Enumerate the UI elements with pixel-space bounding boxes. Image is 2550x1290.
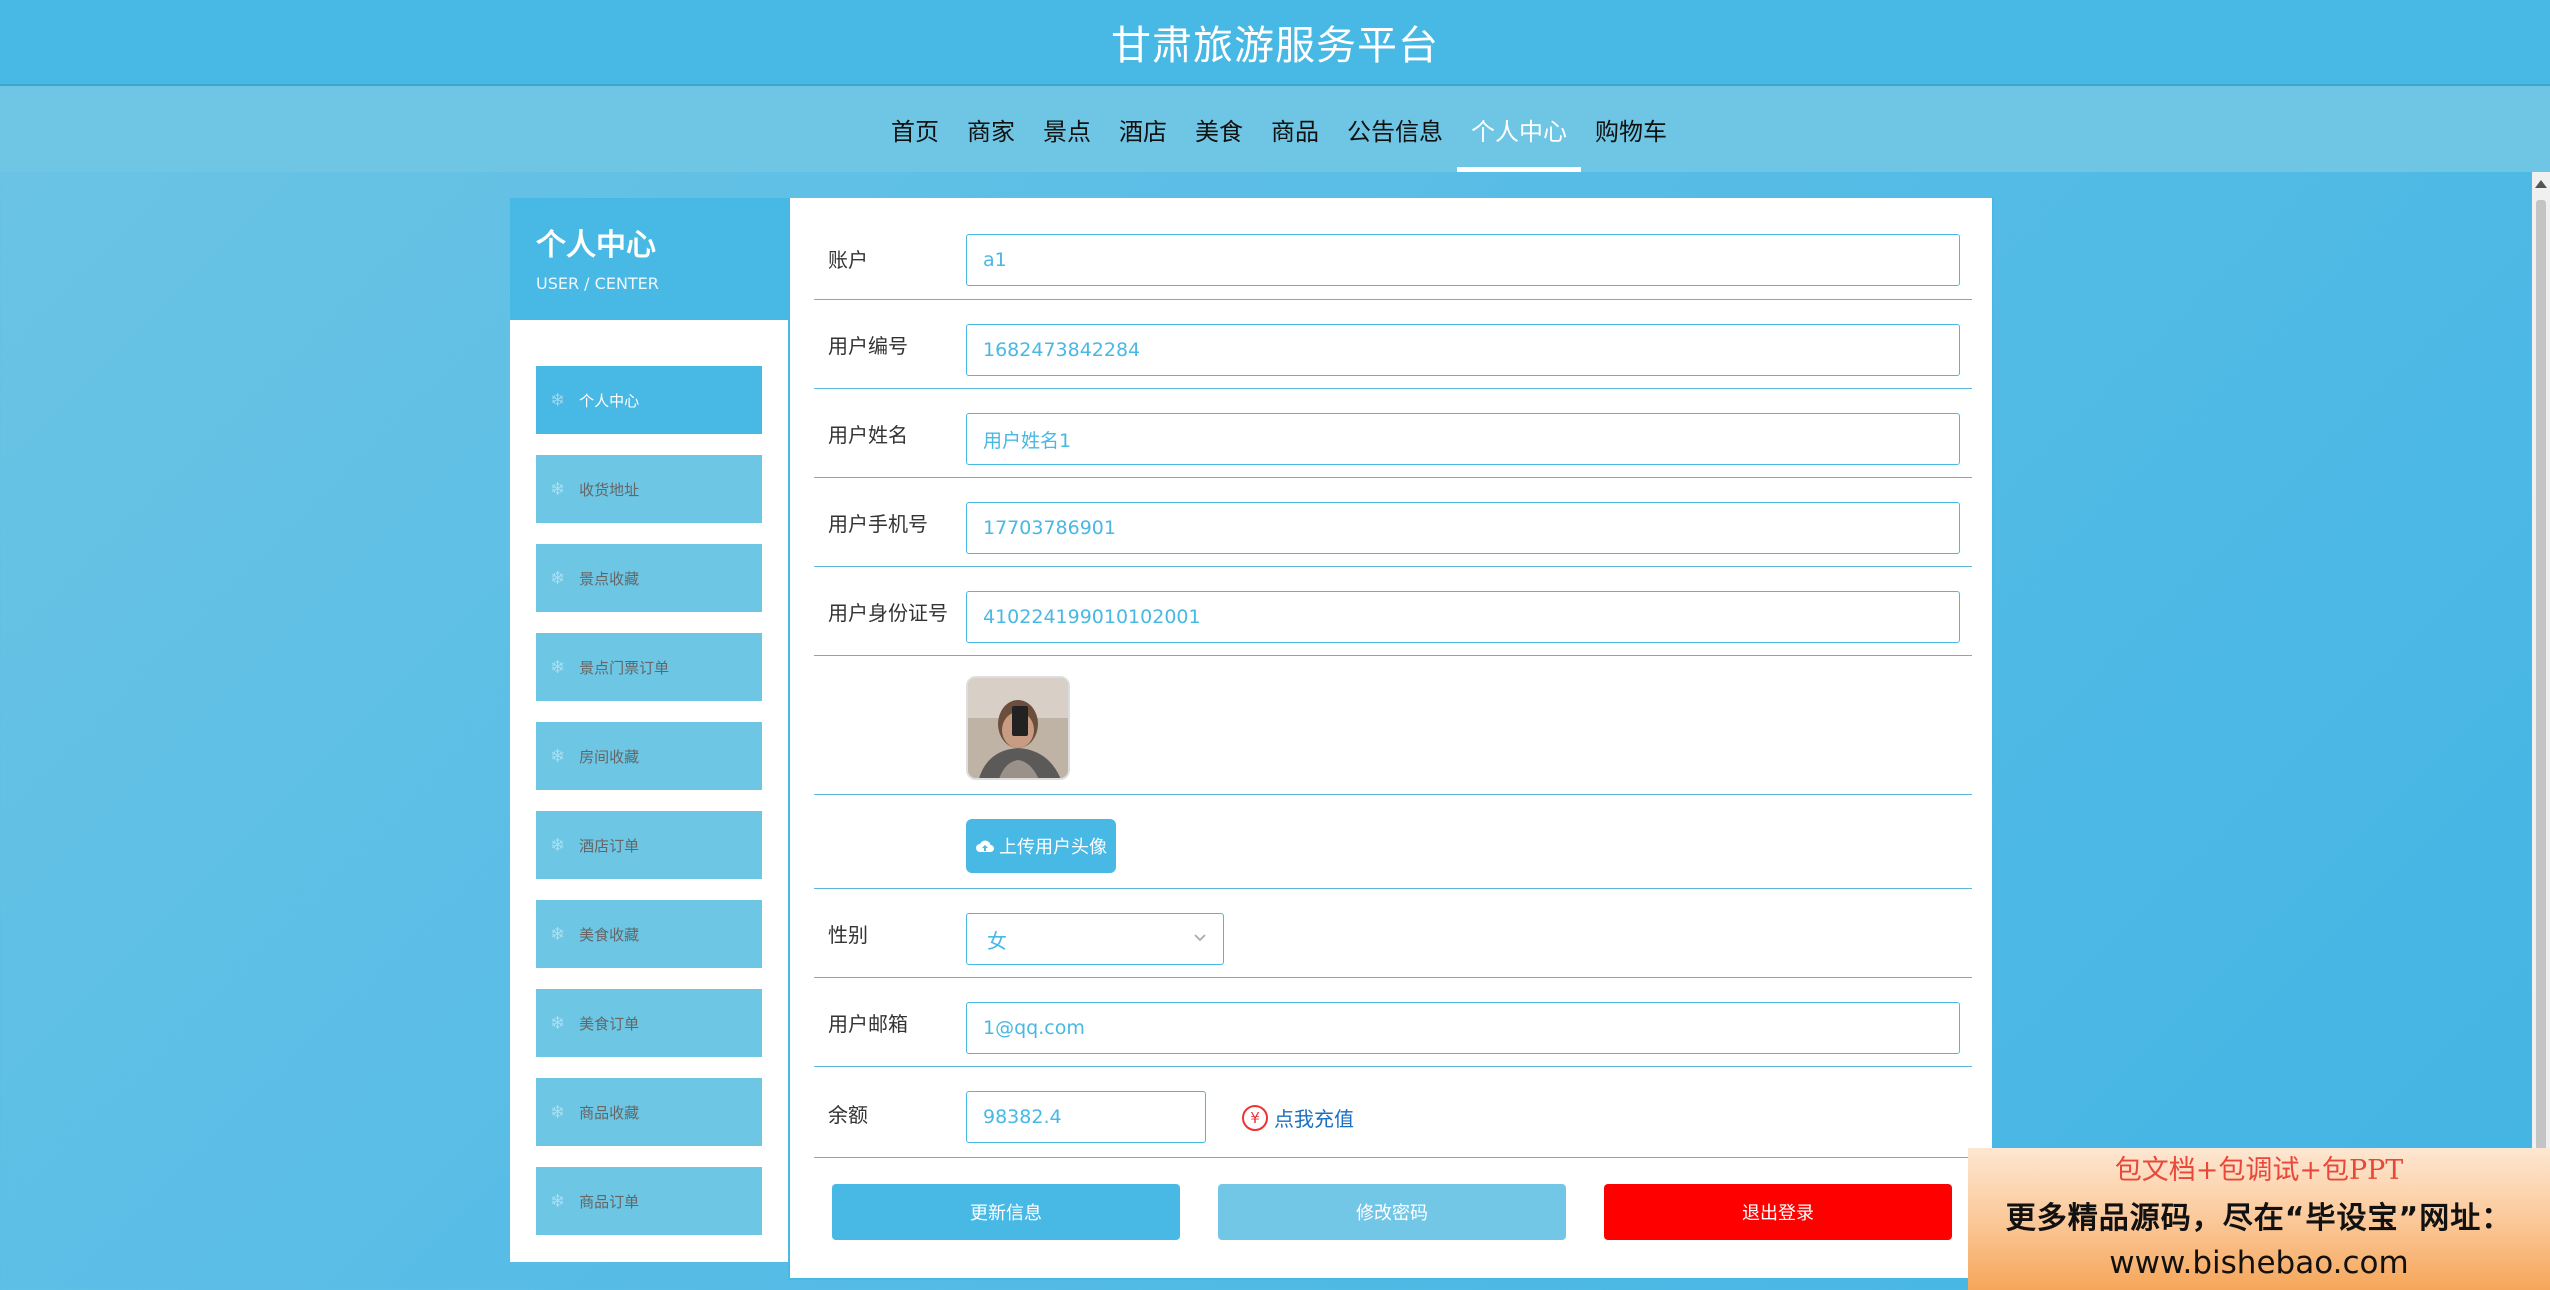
sidebar-item-user-center[interactable]: ❄ 个人中心 (536, 366, 762, 434)
chevron-down-icon (1194, 934, 1206, 942)
sidebar-item-scenic-fav[interactable]: ❄ 景点收藏 (536, 544, 762, 612)
sidebar-item-label: 美食收藏 (579, 925, 640, 944)
main-nav: 首页 商家 景点 酒店 美食 商品 公告信息 个人中心 购物车 (0, 86, 2550, 172)
sidebar-item-ticket-orders[interactable]: ❄ 景点门票订单 (536, 633, 762, 701)
site-header: 甘肃旅游服务平台 (0, 0, 2550, 86)
sidebar-menu: ❄ 个人中心 ❄ 收货地址 ❄ 景点收藏 ❄ 景点门票订单 ❄ 房间收藏 ❄ 酒店订单 ❄ 美… (536, 366, 762, 1256)
sidebar-item-label: 商品收藏 (579, 1103, 640, 1122)
sidebar-item-label: 商品订单 (579, 1192, 640, 1211)
snowflake-icon: ❄ (550, 567, 566, 589)
form-row-balance: 余额 98382.4 ¥ 点我充值 (814, 1067, 1972, 1158)
nav-goods[interactable]: 商品 (1257, 86, 1333, 172)
user-avatar (966, 676, 1070, 780)
nav-food[interactable]: 美食 (1181, 86, 1257, 172)
snowflake-icon: ❄ (550, 389, 566, 411)
sidebar-item-food-fav[interactable]: ❄ 美食收藏 (536, 900, 762, 968)
sidebar-item-label: 个人中心 (579, 391, 640, 410)
sidebar-item-label: 景点门票订单 (579, 658, 670, 677)
form-row-email: 用户邮箱 1@qq.com (814, 978, 1972, 1067)
nav-home[interactable]: 首页 (877, 86, 953, 172)
nav-notice[interactable]: 公告信息 (1333, 86, 1457, 172)
snowflake-icon: ❄ (550, 923, 566, 945)
nav-merchant[interactable]: 商家 (953, 86, 1029, 172)
promo-line-2: 更多精品源码，尽在“毕设宝”网址： (2005, 1201, 2513, 1236)
page-scrollbar[interactable] (2532, 172, 2550, 1290)
sidebar-subtitle: USER / CENTER (536, 274, 659, 293)
user-sidebar: 个人中心 USER / CENTER ❄ 个人中心 ❄ 收货地址 ❄ 景点收藏 ❄ 景点… (510, 198, 788, 1262)
recharge-link[interactable]: ¥ 点我充值 (1242, 1103, 1354, 1132)
profile-form-panel: 账户 a1 用户编号 1682473842284 用户姓名 用户姓名1 用户手机… (788, 198, 1994, 1280)
user-name-label: 用户姓名 (828, 423, 908, 447)
scroll-up-arrow-icon[interactable] (2535, 180, 2547, 188)
form-row-id-card: 用户身份证号 410224199010102001 (814, 567, 1972, 656)
sidebar-item-goods-fav[interactable]: ❄ 商品收藏 (536, 1078, 762, 1146)
gender-label: 性别 (828, 923, 868, 947)
sidebar-item-label: 酒店订单 (579, 836, 640, 855)
phone-label: 用户手机号 (828, 512, 928, 536)
yen-circle-icon: ¥ (1242, 1104, 1268, 1131)
sidebar-item-hotel-orders[interactable]: ❄ 酒店订单 (536, 811, 762, 879)
form-row-avatar (814, 656, 1972, 795)
account-field[interactable]: a1 (966, 234, 1960, 286)
promo-line-3: www.bishebao.com (2109, 1245, 2409, 1281)
user-no-field[interactable]: 1682473842284 (966, 324, 1960, 376)
form-row-user-no: 用户编号 1682473842284 (814, 300, 1972, 389)
sidebar-item-address[interactable]: ❄ 收货地址 (536, 455, 762, 523)
snowflake-icon: ❄ (550, 478, 566, 500)
sidebar-item-goods-orders[interactable]: ❄ 商品订单 (536, 1167, 762, 1235)
nav-scenic[interactable]: 景点 (1029, 86, 1105, 172)
nav-cart[interactable]: 购物车 (1581, 86, 1681, 172)
sidebar-item-food-orders[interactable]: ❄ 美食订单 (536, 989, 762, 1057)
site-title: 甘肃旅游服务平台 (1111, 23, 1439, 69)
gender-select[interactable]: 女 (966, 913, 1224, 965)
sidebar-item-room-fav[interactable]: ❄ 房间收藏 (536, 722, 762, 790)
sidebar-item-label: 收货地址 (579, 480, 640, 499)
form-row-account: 账户 a1 (814, 220, 1972, 300)
cloud-upload-icon (976, 840, 994, 852)
avatar-photo-icon (968, 678, 1068, 778)
snowflake-icon: ❄ (550, 656, 566, 678)
logout-button[interactable]: 退出登录 (1604, 1184, 1952, 1240)
phone-field[interactable]: 17703786901 (966, 502, 1960, 554)
snowflake-icon: ❄ (550, 1190, 566, 1212)
promo-watermark: 包文档+包调试+包PPT 更多精品源码，尽在“毕设宝”网址： www.bishe… (1968, 1148, 2550, 1290)
change-password-button[interactable]: 修改密码 (1218, 1184, 1566, 1240)
id-card-label: 用户身份证号 (828, 601, 948, 625)
user-no-label: 用户编号 (828, 334, 908, 358)
id-card-field[interactable]: 410224199010102001 (966, 591, 1960, 643)
user-name-field[interactable]: 用户姓名1 (966, 413, 1960, 465)
snowflake-icon: ❄ (550, 745, 566, 767)
upload-avatar-label: 上传用户头像 (999, 837, 1107, 858)
nav-user-center[interactable]: 个人中心 (1457, 86, 1581, 172)
account-label: 账户 (828, 248, 868, 272)
email-field[interactable]: 1@qq.com (966, 1002, 1960, 1054)
scrollbar-thumb[interactable] (2536, 200, 2546, 1290)
sidebar-title: 个人中心 (536, 228, 656, 263)
form-row-gender: 性别 女 (814, 889, 1972, 978)
form-row-upload: 上传用户头像 (814, 795, 1972, 889)
balance-field: 98382.4 (966, 1091, 1206, 1143)
update-info-button[interactable]: 更新信息 (832, 1184, 1180, 1240)
form-row-phone: 用户手机号 17703786901 (814, 478, 1972, 567)
nav-hotel[interactable]: 酒店 (1105, 86, 1181, 172)
balance-label: 余额 (828, 1103, 868, 1127)
snowflake-icon: ❄ (550, 1012, 566, 1034)
snowflake-icon: ❄ (550, 1101, 566, 1123)
promo-line-1: 包文档+包调试+包PPT (2114, 1155, 2404, 1186)
sidebar-item-label: 景点收藏 (579, 569, 640, 588)
sidebar-item-label: 房间收藏 (579, 747, 640, 766)
recharge-label: 点我充值 (1274, 1107, 1354, 1131)
upload-avatar-button[interactable]: 上传用户头像 (966, 819, 1116, 873)
email-label: 用户邮箱 (828, 1012, 908, 1036)
snowflake-icon: ❄ (550, 834, 566, 856)
gender-value: 女 (987, 928, 1007, 953)
sidebar-header: 个人中心 USER / CENTER (510, 198, 788, 320)
sidebar-item-label: 美食订单 (579, 1014, 640, 1033)
form-row-user-name: 用户姓名 用户姓名1 (814, 389, 1972, 478)
